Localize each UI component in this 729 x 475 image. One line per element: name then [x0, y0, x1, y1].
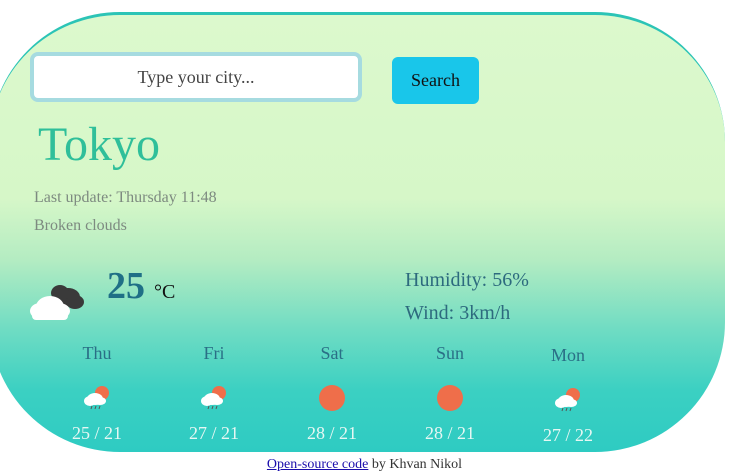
city-search-input[interactable] [30, 52, 362, 102]
forecast-day: Sun 28 / 21 [410, 343, 490, 444]
forecast-temps: 28 / 21 [424, 423, 475, 443]
forecast-day: Fri 27 / 21 [174, 343, 254, 444]
forecast-day: Thu 25 / 21 [57, 343, 137, 444]
footer-author: by Khvan Nikol [368, 457, 463, 472]
broken-clouds-icon [30, 285, 84, 320]
forecast-day-name: Sun [435, 343, 464, 363]
wind-text: Wind: 3km/h [405, 302, 511, 324]
current-temperature: 25 [107, 265, 145, 307]
last-update-text: Last update: Thursday 11:48 [34, 189, 217, 206]
weather-description: Broken clouds [34, 217, 127, 234]
city-name: Tokyo [38, 118, 160, 171]
rain-sun-icon [174, 373, 254, 423]
forecast-day-name: Sat [320, 343, 344, 363]
forecast-temps: 25 / 21 [71, 423, 122, 443]
search-button[interactable]: Search [392, 57, 479, 104]
rain-sun-icon [57, 373, 137, 423]
temperature-unit: °C [154, 281, 176, 303]
open-source-link[interactable]: Open-source code [267, 457, 368, 472]
footer: Open-source code by Khvan Nikol [0, 457, 729, 473]
weather-card: Search Tokyo Last update: Thursday 11:48… [0, 12, 725, 452]
forecast-day: Mon 27 / 22 [528, 345, 608, 446]
forecast-day: Sat 28 / 21 [292, 343, 372, 444]
rain-sun-icon [528, 375, 608, 425]
sun-icon [410, 373, 490, 423]
forecast-day-name: Thu [82, 343, 112, 363]
forecast-temps: 28 / 21 [306, 423, 357, 443]
forecast-temps: 27 / 22 [542, 425, 593, 445]
forecast-day-name: Fri [203, 343, 225, 363]
forecast-temps: 27 / 21 [188, 423, 239, 443]
humidity-text: Humidity: 56% [405, 269, 529, 291]
sun-icon [292, 373, 372, 423]
forecast-day-name: Mon [550, 345, 585, 365]
